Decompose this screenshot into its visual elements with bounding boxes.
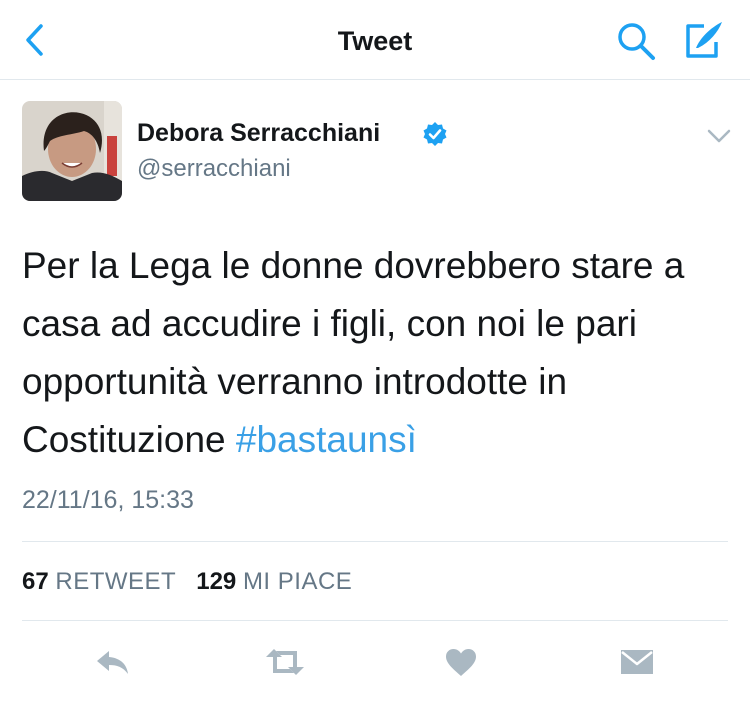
search-icon <box>618 23 655 60</box>
like-button[interactable] <box>436 642 486 682</box>
reply-button[interactable] <box>88 642 138 682</box>
divider <box>22 620 728 621</box>
compose-button[interactable] <box>682 18 726 62</box>
retweet-count[interactable]: 67 RETWEET <box>22 568 176 595</box>
avatar[interactable] <box>22 101 122 201</box>
like-count-value: 129 <box>196 568 237 595</box>
retweet-icon <box>266 649 304 675</box>
retweet-count-label: RETWEET <box>55 568 177 595</box>
navigation-bar: Tweet <box>0 0 750 80</box>
retweet-count-value: 67 <box>22 568 49 595</box>
tweet-timestamp: 22/11/16, 15:33 <box>22 486 194 514</box>
like-count[interactable]: 129 MI PIACE <box>196 568 352 595</box>
author-handle[interactable]: @serracchiani <box>137 155 291 183</box>
direct-message-button[interactable] <box>612 642 662 682</box>
author-name[interactable]: Debora Serracchiani <box>137 119 380 148</box>
chevron-down-icon[interactable] <box>706 127 732 145</box>
search-button[interactable] <box>615 20 659 62</box>
tweet-stats: 67 RETWEET 129 MI PIACE <box>22 568 352 596</box>
reply-icon <box>97 651 128 674</box>
tweet-text: Per la Lega le donne dovrebbero stare a … <box>22 237 722 469</box>
heart-icon <box>446 649 476 676</box>
retweet-button[interactable] <box>260 642 310 682</box>
compose-icon <box>686 22 722 58</box>
verified-badge-icon <box>423 122 447 146</box>
hashtag-link[interactable]: #bastaunsì <box>236 419 417 460</box>
like-count-label: MI PIACE <box>242 568 353 595</box>
envelope-icon <box>621 650 653 674</box>
profile-photo <box>22 101 122 201</box>
divider <box>22 541 728 542</box>
